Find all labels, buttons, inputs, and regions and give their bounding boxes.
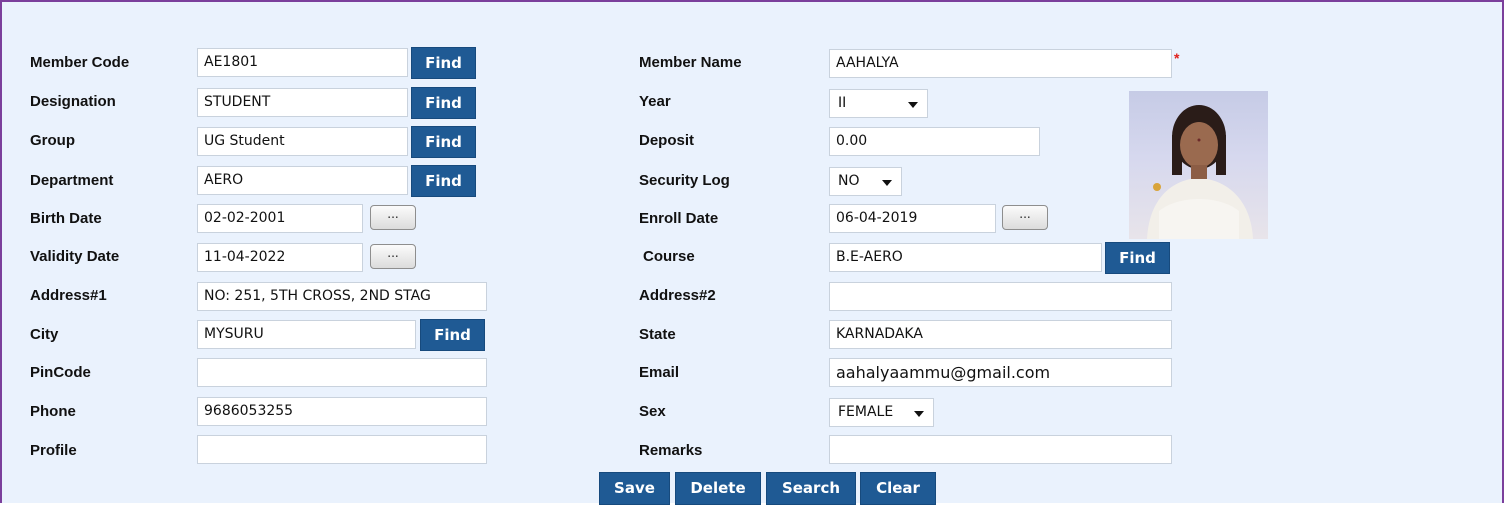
profile-label: Profile bbox=[30, 442, 77, 459]
validity-date-label: Validity Date bbox=[30, 248, 120, 265]
designation-label: Designation bbox=[30, 93, 116, 110]
course-find-button[interactable]: Find bbox=[1105, 242, 1170, 274]
sex-label: Sex bbox=[639, 403, 666, 420]
validity-date-input[interactable]: 11-04-2022 bbox=[197, 243, 363, 272]
address1-label: Address#1 bbox=[30, 287, 107, 304]
department-label: Department bbox=[30, 172, 114, 189]
caret-down-icon bbox=[908, 102, 918, 108]
member-form-panel: Member Code AE1801 Find Designation STUD… bbox=[0, 0, 1504, 505]
enroll-date-label: Enroll Date bbox=[639, 210, 719, 227]
enroll-date-input[interactable]: 06-04-2019 bbox=[829, 204, 996, 233]
address2-label: Address#2 bbox=[639, 287, 716, 304]
course-label: Course bbox=[643, 248, 695, 265]
member-code-find-button[interactable]: Find bbox=[411, 47, 476, 79]
group-find-button[interactable]: Find bbox=[411, 126, 476, 158]
profile-input[interactable] bbox=[197, 435, 487, 464]
pincode-input[interactable] bbox=[197, 358, 487, 387]
deposit-label: Deposit bbox=[639, 132, 695, 149]
caret-down-icon bbox=[882, 180, 892, 186]
member-code-label: Member Code bbox=[30, 54, 130, 71]
clear-button[interactable]: Clear bbox=[860, 472, 936, 505]
phone-label: Phone bbox=[30, 403, 76, 420]
birth-date-label: Birth Date bbox=[30, 210, 102, 227]
sex-select-value: FEMALE bbox=[838, 404, 894, 420]
sex-select[interactable]: FEMALE bbox=[829, 398, 934, 427]
deposit-input[interactable]: 0.00 bbox=[829, 127, 1040, 156]
birth-date-input[interactable]: 02-02-2001 bbox=[197, 204, 363, 233]
email-input[interactable]: aahalyaammu@gmail.com bbox=[829, 358, 1172, 387]
city-input[interactable]: MYSURU bbox=[197, 320, 416, 349]
email-label: Email bbox=[639, 364, 680, 381]
pincode-label: PinCode bbox=[30, 364, 91, 381]
city-label: City bbox=[30, 326, 59, 343]
member-photo-image bbox=[1147, 105, 1253, 239]
designation-find-button[interactable]: Find bbox=[411, 87, 476, 119]
department-input[interactable]: AERO bbox=[197, 166, 408, 195]
required-indicator: * bbox=[1174, 50, 1180, 66]
year-select[interactable]: II bbox=[829, 89, 928, 118]
group-input[interactable]: UG Student bbox=[197, 127, 408, 156]
delete-button[interactable]: Delete bbox=[675, 472, 761, 505]
security-log-label: Security Log bbox=[639, 172, 730, 189]
state-label: State bbox=[639, 326, 676, 343]
validity-date-picker-button[interactable]: ... bbox=[370, 244, 416, 269]
save-button[interactable]: Save bbox=[599, 472, 670, 505]
remarks-input[interactable] bbox=[829, 435, 1172, 464]
member-photo bbox=[1129, 91, 1268, 239]
member-code-input[interactable]: AE1801 bbox=[197, 48, 408, 77]
group-label: Group bbox=[30, 132, 75, 149]
caret-down-icon bbox=[914, 411, 924, 417]
birth-date-picker-button[interactable]: ... bbox=[370, 205, 416, 230]
security-log-select[interactable]: NO bbox=[829, 167, 902, 196]
address2-input[interactable] bbox=[829, 282, 1172, 311]
state-input[interactable]: KARNADAKA bbox=[829, 320, 1172, 349]
year-label: Year bbox=[639, 93, 671, 110]
security-log-select-value: NO bbox=[838, 173, 860, 189]
year-select-value: II bbox=[838, 95, 847, 111]
member-name-label: Member Name bbox=[639, 54, 742, 71]
department-find-button[interactable]: Find bbox=[411, 165, 476, 197]
search-button[interactable]: Search bbox=[766, 472, 856, 505]
phone-input[interactable]: 9686053255 bbox=[197, 397, 487, 426]
remarks-label: Remarks bbox=[639, 442, 703, 459]
course-input[interactable]: B.E-AERO bbox=[829, 243, 1102, 272]
enroll-date-picker-button[interactable]: ... bbox=[1002, 205, 1048, 230]
member-name-input[interactable]: AAHALYA bbox=[829, 49, 1172, 78]
address1-input[interactable]: NO: 251, 5TH CROSS, 2ND STAG bbox=[197, 282, 487, 311]
designation-input[interactable]: STUDENT bbox=[197, 88, 408, 117]
city-find-button[interactable]: Find bbox=[420, 319, 485, 351]
